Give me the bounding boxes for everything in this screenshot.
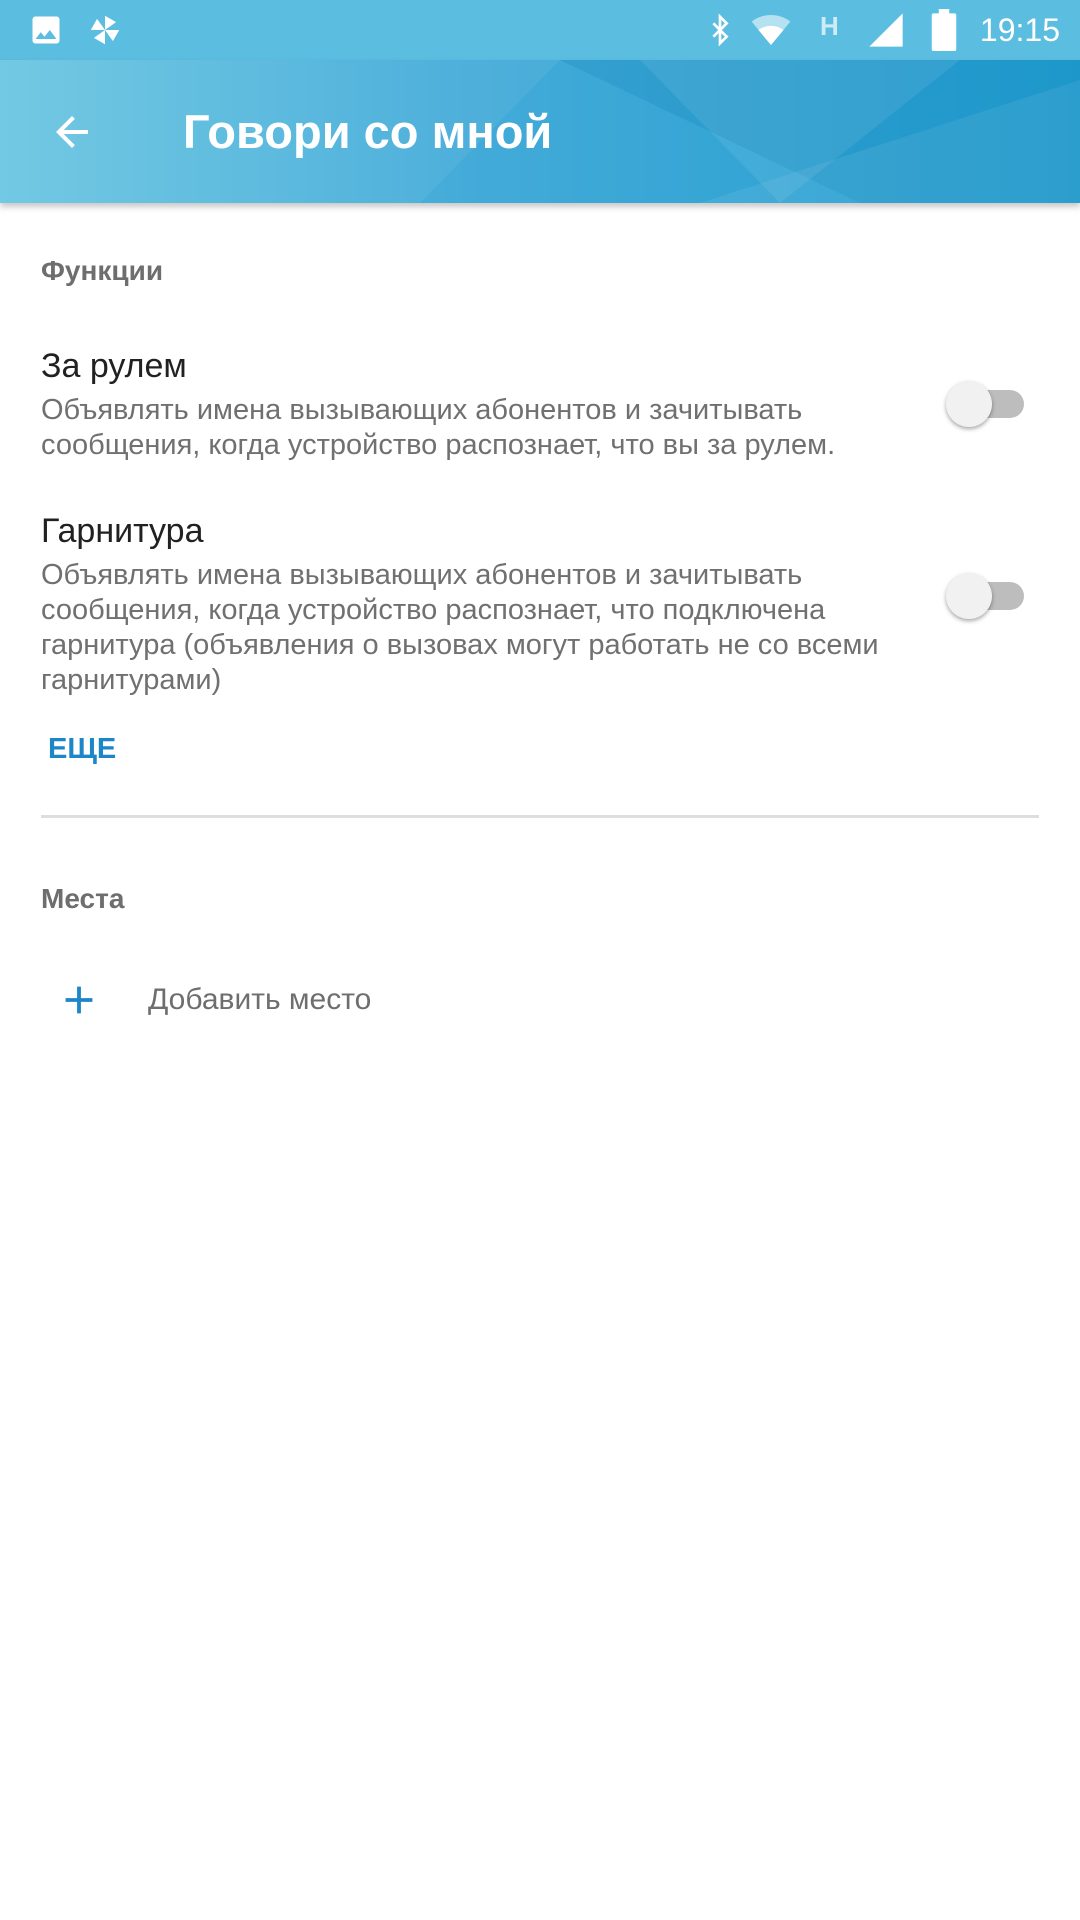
arrow-back-icon (56, 116, 88, 148)
setting-title: Гарнитура (41, 512, 204, 550)
image-icon (28, 8, 64, 52)
driving-toggle[interactable] (946, 373, 1032, 433)
section-header-places: Места (41, 883, 125, 914)
setting-title: За рулем (41, 347, 187, 385)
section-header-functions: Функции (41, 255, 164, 286)
status-time: 19:15 (979, 12, 1060, 48)
battery-icon (930, 8, 958, 52)
app-bar: Говори со мной (0, 60, 1080, 203)
toggle-thumb (946, 573, 992, 619)
plus-icon (65, 986, 93, 1014)
toggle-thumb (946, 381, 992, 427)
setting-row-driving[interactable]: За рулем Объявлять имена вызывающих абон… (0, 343, 1080, 493)
more-button[interactable]: ЕЩЕ (48, 733, 116, 766)
page-title: Говори со мной (183, 105, 553, 158)
section-divider (41, 815, 1039, 818)
add-place-button[interactable]: Добавить место (0, 955, 1080, 1045)
setting-description: Объявлять имена вызывающих абонентов и з… (41, 559, 879, 696)
setting-row-headset[interactable]: Гарнитура Объявлять имена вызывающих або… (0, 508, 1080, 708)
status-bar: H 19:15 (0, 0, 1080, 60)
pinwheel-icon (86, 8, 124, 52)
network-type-icon: H (820, 10, 839, 41)
signal-icon (866, 8, 906, 52)
add-place-label: Добавить место (148, 983, 372, 1016)
headset-toggle[interactable] (946, 565, 1032, 625)
wifi-icon (748, 8, 794, 52)
setting-description: Объявлять имена вызывающих абонентов и з… (41, 394, 836, 461)
back-button[interactable] (36, 96, 108, 168)
bluetooth-icon (704, 8, 736, 52)
